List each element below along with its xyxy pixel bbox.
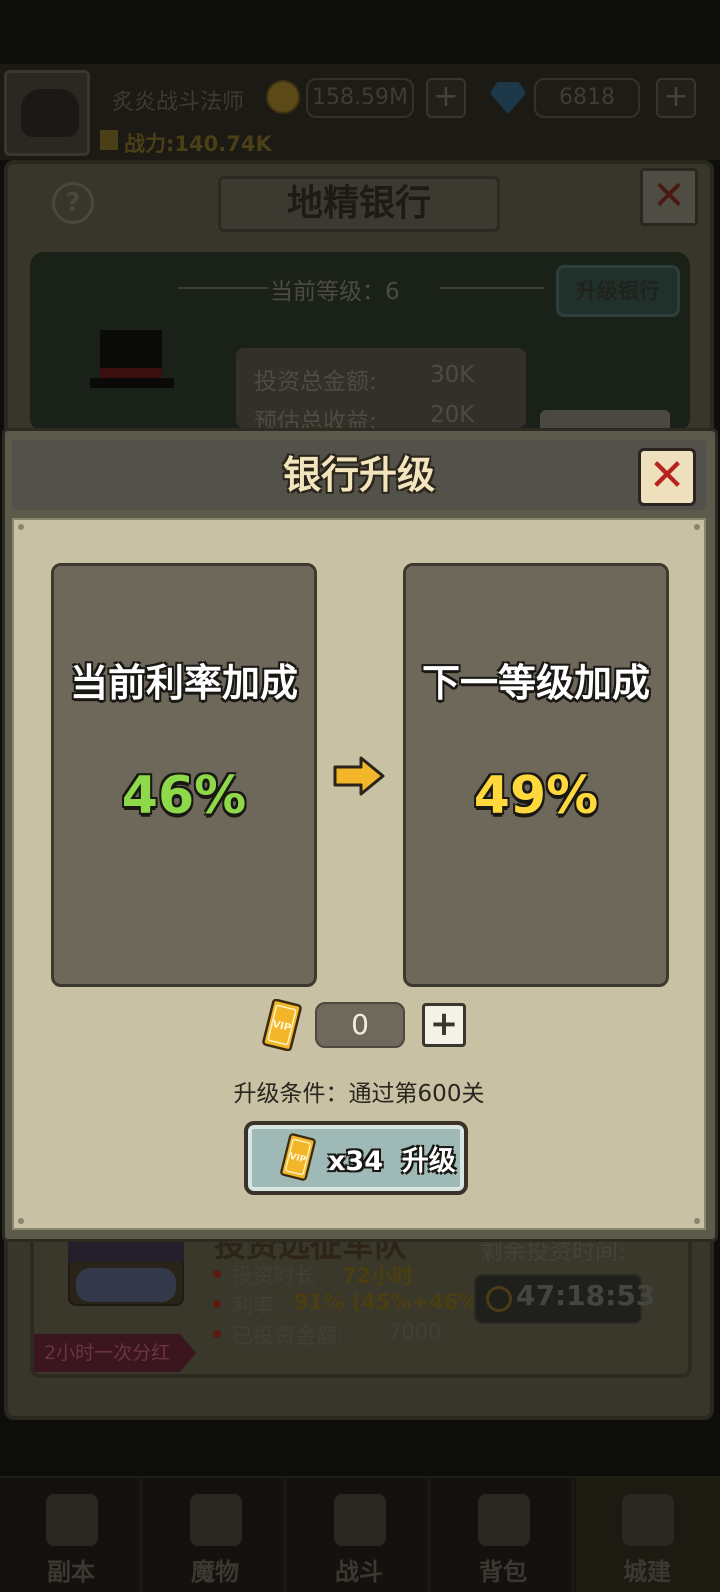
current-rate-card: 当前利率加成 46% — [51, 563, 317, 987]
power-label: 战力:140.74K — [124, 132, 272, 156]
dialog-title: 银行升级 — [282, 453, 435, 497]
upgrade-button[interactable]: VIP x34 升级 — [244, 1121, 468, 1195]
power-icon — [100, 130, 118, 150]
rate-value: 91% (45%+46%) — [294, 1290, 489, 1314]
monster-icon — [190, 1494, 242, 1546]
dividend-tag: 2小时一次分红 — [34, 1334, 196, 1372]
vip-quantity-field[interactable]: 0 — [315, 1002, 405, 1048]
add-gold-button[interactable]: + — [426, 78, 466, 118]
nav-label: 魔物 — [191, 1558, 239, 1586]
upgrade-button-label: x34 升级 — [328, 1146, 456, 1177]
current-rate-value: 46% — [121, 766, 247, 826]
remaining-time: 47:18:53 — [516, 1279, 656, 1312]
arrow-right-icon — [333, 756, 385, 796]
divider — [440, 287, 544, 289]
estimated-income-label: 预估总收益: — [254, 409, 377, 428]
upgrade-bank-button[interactable]: 升级银行 — [556, 265, 680, 317]
bullet-icon — [213, 1330, 221, 1338]
estimated-income-value: 20K — [430, 402, 475, 428]
goblin-banker-icon — [90, 330, 200, 430]
nav-label: 城建 — [623, 1558, 671, 1586]
divider — [178, 287, 268, 289]
nav-label: 战斗 — [335, 1558, 383, 1586]
nav-item-castle[interactable]: 城建 — [576, 1478, 720, 1592]
nav-item-battle[interactable]: 战斗 — [288, 1478, 430, 1592]
next-level-card: 下一等级加成 49% — [403, 563, 669, 987]
player-avatar[interactable] — [4, 70, 90, 156]
total-investment-value: 30K — [430, 362, 475, 388]
rate-label: 利率 — [232, 1294, 274, 1318]
current-rate-label: 当前利率加成 — [69, 661, 298, 705]
gold-coin-icon — [266, 80, 300, 114]
nav-label: 背包 — [479, 1558, 527, 1586]
vip-ticket-icon: VIP — [262, 999, 302, 1051]
bullet-icon — [213, 1270, 221, 1278]
next-level-label: 下一等级加成 — [421, 661, 650, 705]
dungeon-icon — [46, 1494, 98, 1546]
upgrade-condition: 升级条件：通过第600关 — [233, 1081, 485, 1107]
treasure-chest-icon — [68, 1236, 184, 1306]
dialog-close-button[interactable]: ✕ — [638, 448, 696, 506]
castle-icon — [622, 1494, 674, 1546]
total-investment-label: 投资总金额: — [254, 369, 377, 395]
nav-item-monster[interactable]: 魔物 — [144, 1478, 286, 1592]
corner-rivet — [18, 1218, 24, 1224]
next-level-value: 49% — [473, 766, 599, 826]
duration-label: 投资时长 — [232, 1264, 316, 1288]
gold-amount: 158.59M — [306, 78, 414, 118]
cat-portrait — [21, 89, 79, 137]
collect-button[interactable] — [540, 410, 670, 430]
invested-label: 已投资金额: — [232, 1324, 345, 1348]
clock-icon — [486, 1286, 512, 1312]
battle-icon — [334, 1494, 386, 1546]
bank-title: 地精银行 — [286, 183, 431, 224]
corner-rivet — [694, 524, 700, 530]
add-diamond-button[interactable]: + — [656, 78, 696, 118]
vip-ticket-icon: VIP — [280, 1133, 316, 1181]
nav-item-dungeon[interactable]: 副本 — [0, 1478, 142, 1592]
help-button[interactable]: ? — [52, 182, 94, 224]
bank-close-button[interactable]: ✕ — [640, 168, 698, 226]
corner-rivet — [694, 1218, 700, 1224]
current-level: 当前等级：6 — [270, 279, 400, 305]
diamond-amount: 6818 — [534, 78, 640, 118]
invested-value: 7000 — [388, 1320, 442, 1344]
player-name: 炙炎战斗法师 — [112, 90, 245, 115]
bullet-icon — [213, 1300, 221, 1308]
corner-rivet — [18, 524, 24, 530]
vip-quantity-plus-button[interactable]: + — [422, 1003, 466, 1047]
nav-label: 副本 — [47, 1558, 95, 1586]
duration-value: 72小时 — [342, 1264, 414, 1288]
backpack-icon — [478, 1494, 530, 1546]
nav-item-backpack[interactable]: 背包 — [432, 1478, 574, 1592]
